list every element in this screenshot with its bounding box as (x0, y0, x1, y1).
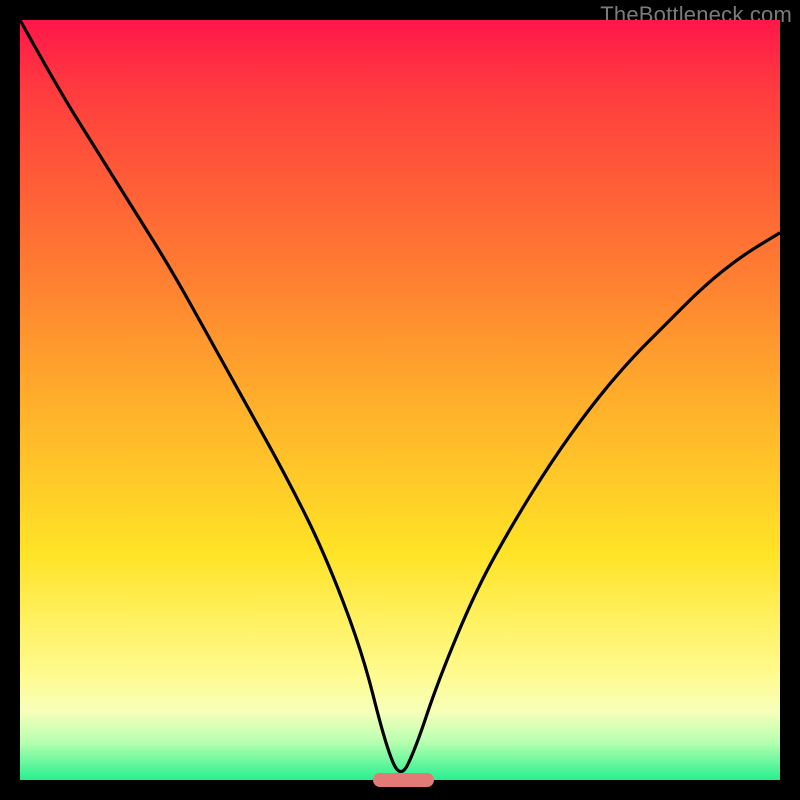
curve-path (20, 20, 780, 772)
bottleneck-curve (20, 20, 780, 780)
minimum-marker (373, 773, 434, 787)
plot-area (20, 20, 780, 780)
chart-frame: TheBottleneck.com (0, 0, 800, 800)
